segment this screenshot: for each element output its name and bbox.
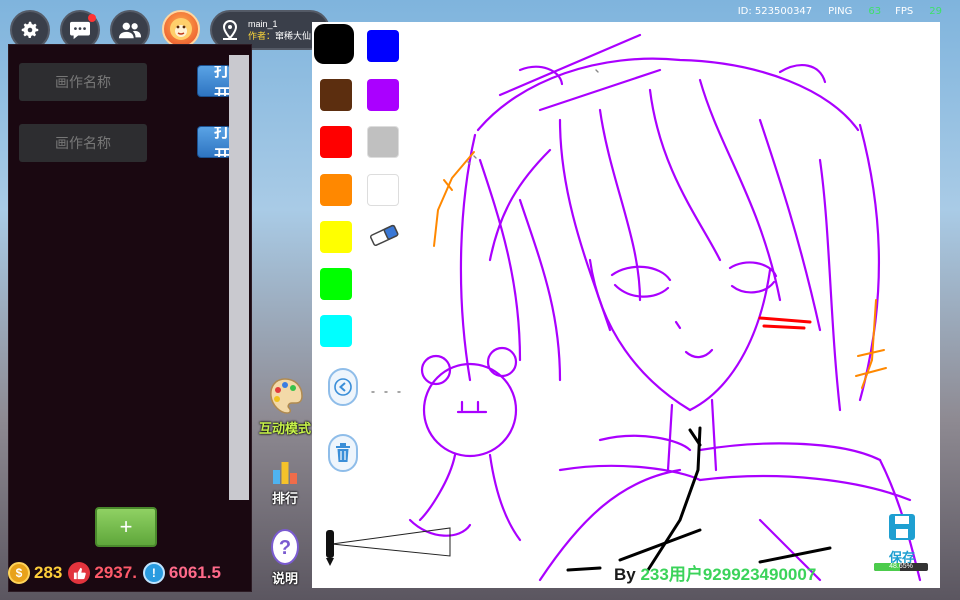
- chat-icon: [70, 21, 90, 40]
- color-swatch-brown[interactable]: [320, 79, 352, 111]
- score-value: 6061.5: [168, 563, 221, 582]
- lion-mascot-icon: [170, 18, 192, 40]
- open-painting-button[interactable]: 打开: [197, 65, 231, 97]
- ranking-label: 排行: [271, 491, 298, 506]
- player-id: ID: 523500347: [737, 5, 813, 17]
- map-author: 作者：窜稀大仙: [248, 30, 311, 42]
- ranking-button[interactable]: 排行: [256, 456, 314, 507]
- red-sketch-strokes: [758, 316, 812, 330]
- back-arrow-icon: [334, 378, 352, 396]
- help-label: 说明: [271, 571, 298, 586]
- fps-value: 29: [929, 5, 942, 17]
- color-swatch-white[interactable]: [367, 174, 399, 206]
- dotted-marks: [371, 69, 599, 393]
- color-swatch-green[interactable]: [320, 268, 352, 300]
- likes-value: 2937.: [94, 563, 137, 582]
- location-icon: [222, 19, 238, 40]
- ping-value: 63: [868, 5, 882, 17]
- painting-name-input[interactable]: 画作名称: [19, 124, 147, 162]
- color-swatch-cyan[interactable]: [320, 315, 352, 347]
- color-swatch-purple[interactable]: [367, 79, 399, 111]
- trash-icon: [336, 443, 350, 462]
- color-swatch-black[interactable]: [318, 28, 350, 60]
- paintings-panel: 画作名称 打开 画作名称 打开 +: [8, 44, 252, 592]
- drawing-canvas[interactable]: By 233用户929923490007 保存 48.65%: [312, 22, 940, 588]
- save-progress-bar: 48.65%: [874, 563, 928, 571]
- color-swatch-gray[interactable]: [367, 126, 399, 158]
- svg-text:?: ?: [279, 537, 291, 559]
- score-counter: ! 6061.5: [142, 562, 221, 584]
- black-sketch-strokes: [566, 426, 832, 572]
- brush-size-slider[interactable]: [322, 526, 452, 571]
- eraser-icon: [370, 224, 399, 247]
- notification-dot: [88, 14, 96, 22]
- brush-size-triangle: [326, 527, 451, 566]
- panel-scrollbar[interactable]: [229, 55, 249, 500]
- eraser-button[interactable]: [368, 222, 400, 253]
- painting-name-input[interactable]: 画作名称: [19, 63, 147, 101]
- author-byline: By 233用户929923490007: [614, 560, 816, 585]
- color-swatch-orange[interactable]: [320, 174, 352, 206]
- save-button[interactable]: 保存: [874, 512, 930, 566]
- help-button[interactable]: ? 说明: [256, 528, 314, 587]
- add-painting-button[interactable]: +: [95, 507, 157, 547]
- sketch-drawing: [371, 33, 922, 582]
- thumbs-up-icon: [68, 562, 91, 584]
- back-button[interactable]: [328, 368, 358, 406]
- map-name: main_1: [248, 19, 278, 29]
- coin-counter: $ 283: [8, 562, 62, 584]
- fps-label: FPS: [895, 5, 914, 17]
- color-swatch-blue[interactable]: [367, 30, 399, 62]
- interact-mode-label: 互动模式: [258, 421, 311, 436]
- clear-button[interactable]: [328, 434, 358, 472]
- friends-icon: [118, 22, 142, 39]
- gear-icon: [21, 21, 39, 38]
- coin-icon: $: [8, 562, 30, 584]
- byline-user: 233用户929923490007: [640, 565, 817, 584]
- exclamation-icon: !: [142, 562, 165, 584]
- status-bar: ID: 523500347 PING 63 FPS 29: [720, 0, 960, 22]
- purple-sketch-strokes: [408, 33, 922, 582]
- ranking-icon: [273, 462, 297, 484]
- likes-counter: 2937.: [68, 562, 137, 584]
- avatar[interactable]: [162, 10, 200, 48]
- palette-icon: [270, 378, 303, 414]
- map-author-label: 作者：: [248, 31, 276, 41]
- ping-label: PING: [828, 5, 853, 17]
- color-swatch-red[interactable]: [320, 126, 352, 158]
- map-text: main_1 作者：窜稀大仙: [248, 18, 311, 42]
- color-swatch-yellow[interactable]: [320, 221, 352, 253]
- save-progress-text: 48.65%: [889, 563, 913, 570]
- coin-value: 283: [34, 563, 63, 582]
- interact-mode-button[interactable]: 互动模式: [256, 376, 314, 437]
- byline-prefix: By: [614, 565, 641, 584]
- open-painting-button[interactable]: 打开: [197, 126, 231, 158]
- currency-row: $ 283 2937. ! 6061.5: [8, 556, 264, 590]
- question-mark-icon: ?: [271, 529, 299, 565]
- map-author-name: 窜稀大仙: [275, 31, 312, 41]
- save-disk-icon: [889, 514, 915, 540]
